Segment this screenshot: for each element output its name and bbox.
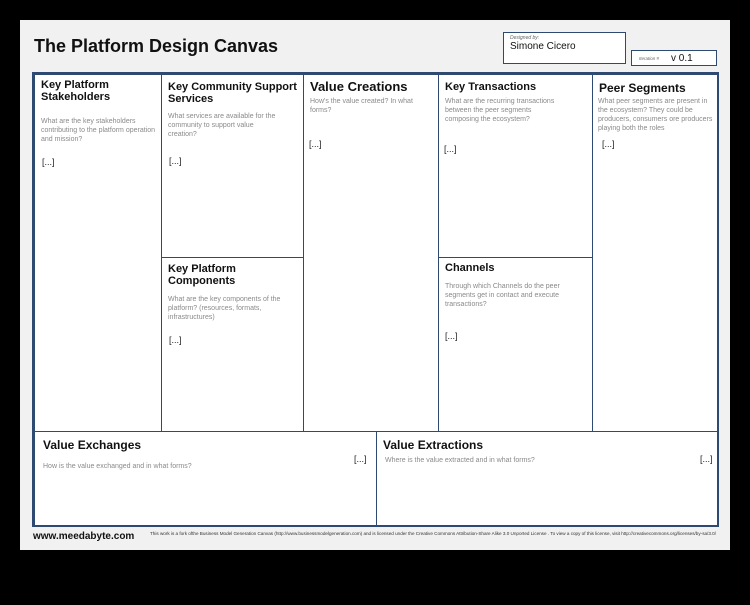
- block-value-creations[interactable]: Value Creations How's the value created?…: [303, 74, 439, 432]
- block-question: How's the value created? In what forms?: [310, 98, 413, 114]
- block-placeholder: [...]: [354, 454, 367, 464]
- block-question: What services are available for the comm…: [168, 113, 276, 138]
- block-question: What are the recurring transactions betw…: [445, 98, 555, 123]
- page-title: The Platform Design Canvas: [34, 36, 279, 56]
- block-title: Value Creations: [310, 79, 408, 94]
- block-channels[interactable]: Channels Through which Channels do the p…: [438, 257, 593, 432]
- block-placeholder: [...]: [445, 331, 458, 341]
- block-title: Key Community Support Services: [168, 81, 297, 105]
- block-title: Key Platform Stakeholders: [41, 79, 111, 103]
- block-placeholder: [...]: [169, 156, 182, 166]
- block-question: How is the value exchanged and in what f…: [43, 463, 192, 470]
- block-value-extractions[interactable]: Value Extractions Where is the value ext…: [376, 431, 719, 527]
- block-title: Key Platform Components: [168, 263, 236, 287]
- canvas-page: The Platform Design Canvas Designed by: …: [20, 20, 730, 550]
- block-placeholder: [...]: [42, 157, 55, 167]
- block-placeholder: [...]: [602, 139, 615, 149]
- block-question: What peer segments are present in the ec…: [598, 98, 713, 132]
- block-title: Peer Segments: [599, 81, 686, 95]
- block-title: Value Exchanges: [43, 438, 142, 452]
- block-key-community-support-services[interactable]: Key Community Support Services What serv…: [161, 74, 304, 258]
- block-key-platform-components[interactable]: Key Platform Components What are the key…: [161, 257, 304, 432]
- version-label: Iteration #: [639, 56, 660, 61]
- block-placeholder: [...]: [169, 335, 182, 345]
- block-placeholder: [...]: [309, 139, 322, 149]
- version-value: v 0.1: [671, 53, 693, 64]
- block-question: Through which Channels do the peer segme…: [445, 283, 560, 308]
- designed-by-field[interactable]: Designed by: Simone Cicero: [503, 32, 626, 64]
- block-question: What are the key stakeholders contributi…: [41, 118, 156, 143]
- block-title: Channels: [445, 262, 495, 274]
- block-key-transactions[interactable]: Key Transactions What are the recurring …: [438, 74, 593, 258]
- footer-url[interactable]: www.meedabyte.com: [33, 531, 134, 542]
- block-peer-segments[interactable]: Peer Segments What peer segments are pre…: [592, 74, 719, 432]
- block-key-platform-stakeholders[interactable]: Key Platform Stakeholders What are the k…: [34, 74, 162, 432]
- block-placeholder: [...]: [444, 144, 457, 154]
- block-title: Value Extractions: [383, 438, 484, 452]
- footer-license-note: This work is a fork ofthe Business Model…: [150, 531, 716, 536]
- block-placeholder: [...]: [700, 454, 713, 464]
- designed-by-value: Simone Cicero: [510, 41, 576, 52]
- block-question: Where is the value extracted and in what…: [385, 457, 535, 464]
- block-title: Key Transactions: [445, 81, 537, 93]
- block-question: What are the key components of the platf…: [168, 296, 281, 321]
- block-value-exchanges[interactable]: Value Exchanges How is the value exchang…: [34, 431, 377, 527]
- version-field[interactable]: Iteration # v 0.1: [631, 50, 717, 66]
- canvas-grid: Key Platform Stakeholders What are the k…: [32, 72, 719, 527]
